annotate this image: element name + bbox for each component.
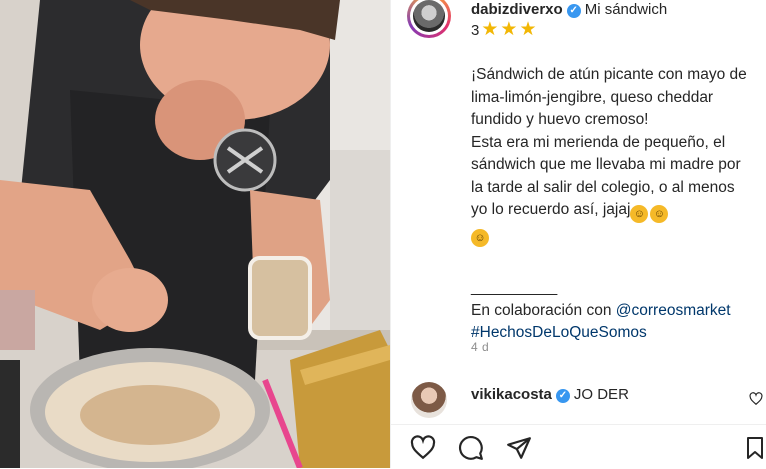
rolling-laughing-emoji-icon: ☺ <box>471 229 489 247</box>
author-avatar[interactable] <box>407 0 451 38</box>
action-bar <box>391 424 766 469</box>
caption-paragraph-1: ¡Sándwich de atún picante con mayo de li… <box>471 66 747 128</box>
comment-text: JO DER <box>573 386 629 403</box>
bookmark-icon[interactable] <box>743 435 766 466</box>
post-header: dabizdiverxo ✓ Mi sándwich <box>471 1 667 18</box>
rolling-laughing-emoji-icon: ☺ <box>630 205 649 223</box>
heart-icon[interactable] <box>409 435 437 466</box>
star-icon: ★ <box>500 19 518 40</box>
star-icon: ★ <box>519 19 537 40</box>
collaboration-line: En colaboración con @correosmarket <box>471 300 753 323</box>
post-panel: dabizdiverxo ✓ Mi sándwich 3 ★ ★ ★ ¡Sándwi… <box>390 0 766 468</box>
caption-divider: __________ <box>471 279 558 296</box>
comment-content: vikikacosta ✓ JO DER <box>471 386 629 403</box>
comment-row: vikikacosta ✓ JO DER <box>407 380 766 420</box>
caption-paragraph-2: Esta era mi merienda de pequeño, el sánd… <box>471 132 753 247</box>
hashtag-line: #HechosDeLoQueSomos <box>471 322 753 345</box>
cooking-photo <box>0 0 390 468</box>
verified-badge-icon: ✓ <box>566 4 581 18</box>
post-media[interactable] <box>0 0 390 468</box>
send-icon[interactable] <box>505 435 533 466</box>
star-icon: ★ <box>481 19 499 40</box>
author-username[interactable]: dabizdiverxo <box>471 1 563 18</box>
post-title: Mi sándwich <box>584 1 668 18</box>
rolling-laughing-emoji-icon: ☺ <box>650 205 669 223</box>
rating: 3 ★ ★ ★ <box>471 20 536 40</box>
comment-icon[interactable] <box>457 435 485 466</box>
commenter-username[interactable]: vikikacosta <box>471 386 552 403</box>
post-age[interactable]: 4 d <box>471 340 489 354</box>
comment-heart-icon[interactable] <box>749 392 763 411</box>
hashtag-link[interactable]: #HechosDeLoQueSomos <box>471 324 647 341</box>
caption-paragraph-2-text: Esta era mi merienda de pequeño, el sánd… <box>471 133 741 219</box>
collab-mention-link[interactable]: @correosmarket <box>616 302 731 319</box>
collab-prefix: En colaboración con <box>471 301 612 319</box>
commenter-avatar[interactable] <box>411 382 447 418</box>
post-caption: ¡Sándwich de atún picante con mayo de li… <box>471 64 753 345</box>
rating-number: 3 <box>471 21 480 39</box>
verified-badge-icon: ✓ <box>555 389 570 403</box>
